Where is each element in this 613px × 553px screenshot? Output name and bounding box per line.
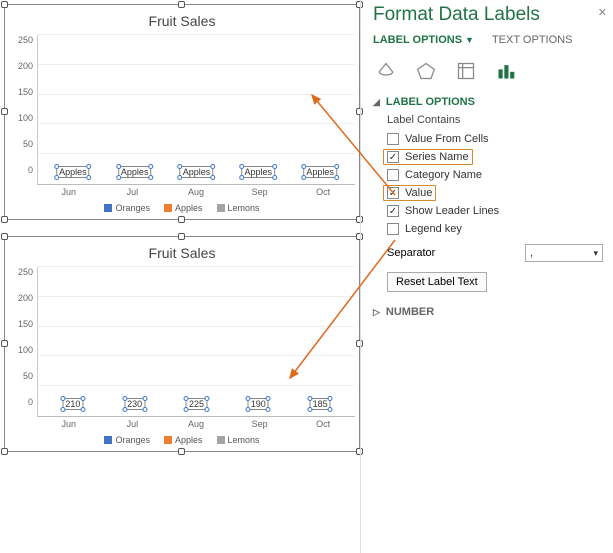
x-axis: JunJulAugSepOct (9, 185, 355, 201)
resize-handle[interactable] (178, 233, 185, 240)
chart-options-icon[interactable] (495, 60, 517, 82)
resize-handle[interactable] (1, 108, 8, 115)
y-axis: 250200150100500 (9, 35, 37, 185)
pane-title: Format Data Labels (373, 4, 603, 34)
resize-handle[interactable] (1, 340, 8, 347)
data-label[interactable]: Apples (303, 166, 337, 178)
plot-area[interactable]: 250200150100500 ApplesApplesApplesApples… (9, 35, 355, 185)
separator-label: Separator (387, 247, 435, 259)
effects-icon[interactable] (415, 60, 437, 82)
section-label-options[interactable]: ◢LABEL OPTIONS (373, 92, 603, 112)
chart-legend: Oranges Apples Lemons (9, 433, 355, 449)
data-label[interactable]: 230 (124, 398, 145, 410)
section-number[interactable]: ▷NUMBER (373, 302, 603, 322)
chart-2[interactable]: Fruit Sales 250200150100500 210 230 225 190… (4, 236, 360, 452)
plot-area[interactable]: 250200150100500 210 230 225 190 185 (9, 267, 355, 417)
triangle-right-icon: ▷ (373, 307, 380, 318)
data-label[interactable]: 190 (248, 398, 269, 410)
checkbox-series-name[interactable]: ✓Series Name (373, 148, 603, 166)
resize-handle[interactable] (1, 448, 8, 455)
tab-label-options[interactable]: LABEL OPTIONS▼ (373, 34, 474, 46)
checkbox-value[interactable]: ✓Value (373, 184, 603, 202)
resize-handle[interactable] (1, 233, 8, 240)
checkbox-show-leader[interactable]: ✓Show Leader Lines (373, 202, 603, 220)
data-label[interactable]: Apples (56, 166, 90, 178)
resize-handle[interactable] (1, 216, 8, 223)
chart-1[interactable]: Fruit Sales 250200150100500 ApplesApples… (4, 4, 360, 220)
data-label[interactable]: Apples (180, 166, 214, 178)
resize-handle[interactable] (178, 1, 185, 8)
data-label[interactable]: 210 (62, 398, 83, 410)
chevron-down-icon: ▼ (465, 35, 474, 45)
chart-grid: Apples Apples Apples Apples Apples (37, 35, 355, 185)
tab-text-options[interactable]: TEXT OPTIONS (492, 34, 572, 46)
chart-legend: Oranges Apples Lemons (9, 201, 355, 217)
y-axis: 250200150100500 (9, 267, 37, 417)
close-icon[interactable]: ✕ (598, 6, 607, 19)
data-label[interactable]: Apples (242, 166, 276, 178)
separator-dropdown[interactable]: ,▾ (525, 244, 603, 262)
reset-label-text-button[interactable]: Reset Label Text (387, 272, 487, 292)
label-contains-heading: Label Contains (373, 112, 603, 130)
chevron-down-icon: ▾ (593, 248, 598, 259)
format-pane: ✕ Format Data Labels LABEL OPTIONS▼ TEXT… (360, 0, 613, 553)
checkbox-category-name[interactable]: Category Name (373, 166, 603, 184)
resize-handle[interactable] (1, 1, 8, 8)
resize-handle[interactable] (178, 448, 185, 455)
data-label[interactable]: 185 (310, 398, 331, 410)
chart-title: Fruit Sales (9, 9, 355, 35)
data-label[interactable]: Apples (118, 166, 152, 178)
checkbox-legend-key[interactable]: Legend key (373, 220, 603, 238)
triangle-down-icon: ◢ (373, 97, 380, 108)
x-axis: JunJulAugSepOct (9, 417, 355, 433)
size-icon[interactable] (455, 60, 477, 82)
resize-handle[interactable] (178, 216, 185, 223)
chart-title: Fruit Sales (9, 241, 355, 267)
checkbox-value-from-cells[interactable]: Value From Cells (373, 130, 603, 148)
fill-icon[interactable] (375, 60, 397, 82)
data-label[interactable]: 225 (186, 398, 207, 410)
chart-grid: 210 230 225 190 185 (37, 267, 355, 417)
